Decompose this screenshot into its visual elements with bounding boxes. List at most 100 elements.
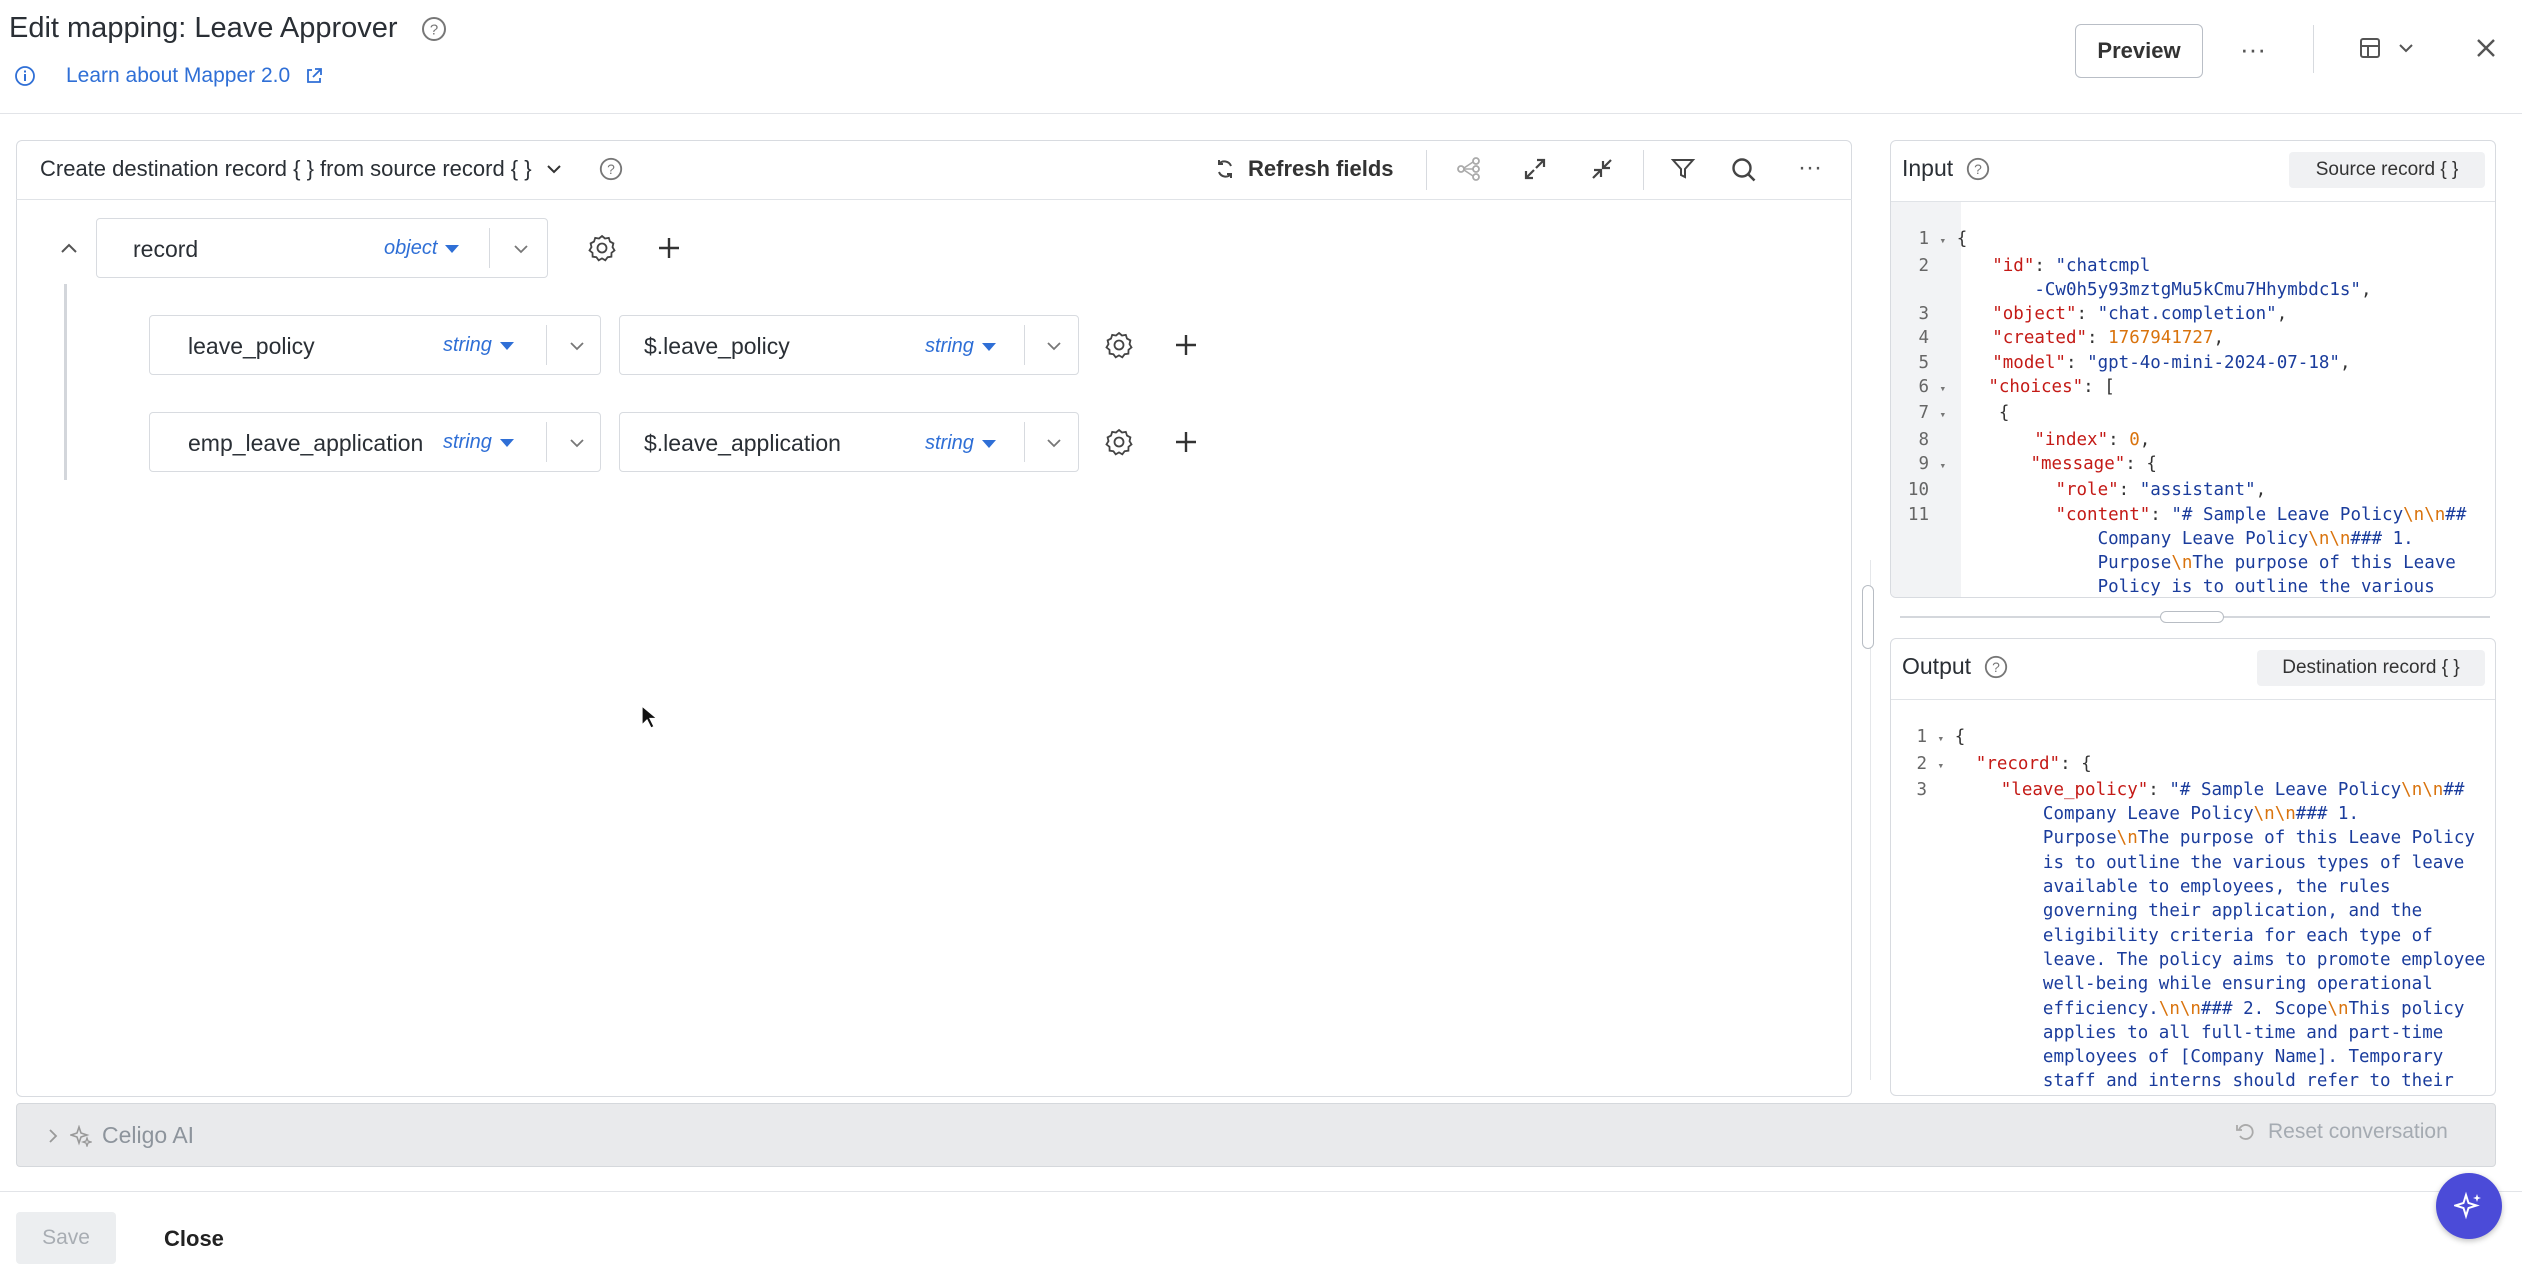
help-icon[interactable]: ? (420, 15, 448, 43)
caret-down-icon (981, 342, 996, 351)
create-record-dropdown[interactable]: Create destination record { } from sourc… (40, 156, 624, 182)
line-number: 6 (1918, 377, 1929, 398)
source-type-label: string (925, 432, 974, 454)
destination-record-button[interactable]: Destination record { } (2257, 650, 2485, 686)
reset-icon (2234, 1121, 2256, 1143)
filter-icon[interactable] (1670, 156, 1696, 182)
source-type-dropdown[interactable]: string (925, 432, 996, 455)
close-button[interactable]: Close (164, 1226, 224, 1252)
help-icon[interactable]: ? (1965, 156, 1991, 182)
refresh-icon (1214, 158, 1236, 180)
celigo-ai-bar[interactable] (16, 1103, 2496, 1167)
output-code-editor[interactable]: 1 ▾ { 2 ▾ "record": { 3 "leave_policy": … (1891, 701, 2495, 1095)
close-icon[interactable] (2470, 32, 2502, 64)
add-field-icon[interactable] (1172, 428, 1200, 456)
collapse-chevron-icon[interactable] (58, 238, 80, 260)
dest-type-dropdown[interactable]: string (443, 431, 514, 454)
svg-text:?: ? (1992, 659, 2000, 675)
add-field-icon[interactable] (655, 234, 683, 262)
mapper-panel (16, 140, 1852, 1097)
field-divider (546, 325, 547, 365)
chevron-down-icon[interactable] (1044, 336, 1064, 356)
ai-assistant-fab[interactable] (2436, 1173, 2502, 1239)
mouse-cursor-icon (640, 704, 658, 730)
line-number: 11 (1907, 504, 1929, 525)
line-number: 1 (1918, 229, 1929, 250)
dest-field-name: leave_policy (188, 333, 315, 359)
toolbar-divider (1426, 150, 1427, 190)
tree-view-icon[interactable] (1456, 156, 1482, 182)
svg-text:?: ? (429, 21, 437, 38)
field-divider (546, 422, 547, 462)
svg-text:?: ? (1974, 161, 1982, 177)
line-number: 4 (1918, 328, 1929, 349)
header-divider (2313, 25, 2314, 73)
toolbar-divider (1643, 150, 1644, 190)
external-link-icon (304, 66, 324, 86)
celigo-ai-label: Celigo AI (102, 1122, 195, 1148)
create-record-label: Create destination record { } from sourc… (40, 156, 532, 181)
vertical-resize-handle[interactable] (1862, 585, 1874, 649)
line-number: 3 (1916, 779, 1927, 800)
save-button[interactable]: Save (16, 1212, 116, 1264)
field-divider (1024, 422, 1025, 462)
output-panel-title: Output ? (1902, 653, 2009, 680)
dest-field-name: emp_leave_application (188, 430, 424, 456)
source-field-box[interactable]: $.leave_application string (619, 412, 1079, 472)
expand-all-icon[interactable] (1522, 156, 1548, 182)
line-number: 3 (1918, 304, 1929, 325)
collapse-all-icon[interactable] (1589, 156, 1615, 182)
root-type-dropdown[interactable]: object (384, 237, 460, 260)
horizontal-resize-handle[interactable] (2160, 611, 2224, 623)
chevron-down-icon[interactable] (567, 433, 587, 453)
field-divider (1024, 325, 1025, 365)
source-type-dropdown[interactable]: string (925, 335, 996, 358)
dest-type-dropdown[interactable]: string (443, 334, 514, 357)
refresh-fields-button[interactable]: Refresh fields (1214, 156, 1394, 182)
sparkle-icon (2454, 1191, 2484, 1221)
line-number: 1 (1916, 727, 1927, 748)
input-code-editor[interactable]: 1 ▾ { 2 "id": "chatcmpl -Cw0h5y93mztgMu5… (1893, 203, 2493, 597)
settings-gear-icon[interactable] (587, 233, 617, 263)
learn-link-row[interactable]: Learn about Mapper 2.0 (14, 64, 324, 88)
layout-icon (2358, 36, 2382, 60)
preview-button[interactable]: Preview (2075, 24, 2203, 78)
search-icon[interactable] (1730, 156, 1758, 184)
chevron-down-icon[interactable] (511, 239, 531, 259)
panel-header-divider (1891, 699, 2495, 700)
add-field-icon[interactable] (1172, 331, 1200, 359)
settings-gear-icon[interactable] (1104, 427, 1134, 457)
input-panel: Input ? Source record { } 1 ▾ { 2 "id": … (1890, 140, 2496, 598)
help-icon[interactable]: ? (1983, 654, 2009, 680)
dest-field-box[interactable]: leave_policy string (149, 315, 601, 375)
line-number: 8 (1918, 429, 1929, 450)
input-panel-title: Input ? (1902, 155, 1991, 182)
toolbar-more-icon[interactable]: ··· (1798, 154, 1822, 182)
layout-toggle[interactable] (2358, 36, 2416, 60)
root-type-label: object (384, 237, 438, 259)
caret-down-icon (981, 439, 996, 448)
input-title: Input (1902, 155, 1954, 181)
celigo-ai-toggle[interactable]: Celigo AI (46, 1122, 194, 1149)
more-options-icon[interactable]: ··· (2240, 34, 2266, 65)
panel-header-divider (1891, 201, 2495, 202)
dest-field-box[interactable]: emp_leave_application string (149, 412, 601, 472)
settings-gear-icon[interactable] (1104, 330, 1134, 360)
info-icon (14, 65, 36, 87)
chevron-down-icon[interactable] (1044, 433, 1064, 453)
chevron-right-icon (46, 1127, 60, 1145)
help-icon[interactable]: ? (598, 156, 624, 182)
learn-mapper-link[interactable]: Learn about Mapper 2.0 (66, 64, 290, 88)
page-title: Edit mapping: Leave Approver ? (9, 12, 448, 45)
root-field-box[interactable]: record object (96, 218, 548, 278)
line-number: 2 (1918, 255, 1929, 276)
dest-type-label: string (443, 334, 492, 356)
chevron-down-icon[interactable] (567, 336, 587, 356)
sparkle-icon (70, 1124, 92, 1147)
page-title-text: Edit mapping: Leave Approver (9, 12, 398, 44)
chevron-down-icon (2396, 38, 2416, 58)
reset-conversation-button[interactable]: Reset conversation (2234, 1120, 2448, 1144)
source-record-button[interactable]: Source record { } (2289, 152, 2485, 188)
source-field-box[interactable]: $.leave_policy string (619, 315, 1079, 375)
source-field-name: $.leave_policy (644, 333, 790, 359)
